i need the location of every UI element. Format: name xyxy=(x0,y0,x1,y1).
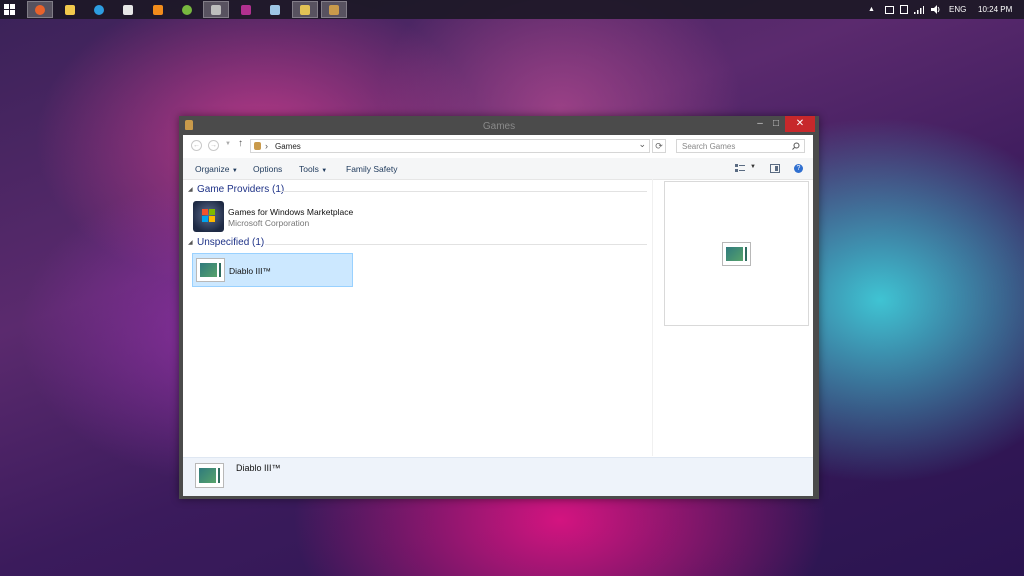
address-field[interactable]: › Games ⌄ xyxy=(250,139,650,153)
details-pane: Diablo III™ xyxy=(183,457,813,496)
search-placeholder: Search Games xyxy=(682,142,736,151)
organize-menu[interactable]: Organize ▼ xyxy=(195,164,238,174)
tray-network-icon[interactable] xyxy=(914,0,924,19)
dropdown-caret-icon: ▼ xyxy=(231,168,238,174)
family-safety-button[interactable]: Family Safety xyxy=(346,164,398,174)
monitor-icon xyxy=(885,5,894,14)
terminal-icon xyxy=(211,4,221,15)
close-button[interactable]: ✕ xyxy=(785,116,815,132)
list-item-diablo-iii[interactable]: Diablo III™ xyxy=(192,253,353,287)
preview-pane-button[interactable] xyxy=(770,164,780,173)
group-header-game-providers[interactable]: Game Providers (1) xyxy=(197,184,284,195)
photos-icon xyxy=(300,4,310,15)
group-header-unspecified[interactable]: Unspecified (1) xyxy=(197,237,264,248)
games-folder-icon xyxy=(254,142,261,150)
group-divider xyxy=(281,191,647,192)
onenote-icon xyxy=(241,4,251,15)
chevron-up-icon: ▲ xyxy=(868,6,875,13)
item-name: Diablo III™ xyxy=(229,266,272,276)
view-dropdown-button[interactable]: ▼ xyxy=(750,164,756,170)
search-games-input[interactable]: Search Games xyxy=(676,139,805,153)
preview-thumbnail-icon xyxy=(722,242,751,266)
signal-bars-icon xyxy=(914,5,924,14)
tray-overflow-button[interactable]: ▲ xyxy=(868,0,875,19)
preview-pane-icon xyxy=(775,166,778,171)
windows-logo-icon xyxy=(4,4,15,15)
details-thumbnail-icon xyxy=(195,463,224,488)
up-button[interactable]: ↑ xyxy=(238,138,243,149)
taskbar-app-button[interactable] xyxy=(86,1,112,18)
taskbar-app-button[interactable] xyxy=(203,1,229,18)
search-icon xyxy=(792,142,800,150)
group-collapse-icon[interactable]: ◢ xyxy=(188,186,193,193)
arrow-left-icon: ← xyxy=(193,142,200,149)
notepad-icon xyxy=(270,4,280,15)
taskbar-app-button[interactable] xyxy=(174,1,200,18)
title-bar[interactable]: Games – □ ✕ xyxy=(179,116,819,135)
firefox-icon xyxy=(35,4,45,15)
taskbar-app-button[interactable] xyxy=(115,1,141,18)
games-list: ◢ Game Providers (1) Games for Windows M… xyxy=(183,179,653,456)
breadcrumb-separator: › xyxy=(265,141,268,151)
taskbar-app-button[interactable] xyxy=(57,1,83,18)
vlc-icon xyxy=(153,4,163,15)
chevron-down-icon: ▼ xyxy=(225,141,231,147)
help-button[interactable]: ? xyxy=(794,164,803,173)
refresh-icon: ⟳ xyxy=(655,141,663,151)
speaker-icon xyxy=(931,5,940,14)
address-dropdown-button[interactable]: ⌄ xyxy=(638,139,646,150)
change-view-button[interactable] xyxy=(735,164,745,173)
arrow-right-icon: → xyxy=(210,142,217,149)
view-options-icon xyxy=(735,164,745,172)
item-name: Games for Windows Marketplace xyxy=(228,207,354,217)
details-title: Diablo III™ xyxy=(236,463,281,473)
taskbar-app-button[interactable] xyxy=(321,1,347,18)
tray-volume-icon[interactable] xyxy=(931,0,940,19)
games-icon xyxy=(329,4,339,15)
preview-pane xyxy=(664,181,809,326)
arrow-up-icon: ↑ xyxy=(238,138,243,149)
utorrent-icon xyxy=(182,4,192,15)
taskbar-app-button[interactable] xyxy=(262,1,288,18)
list-item-games-for-windows[interactable]: Games for Windows Marketplace Microsoft … xyxy=(193,200,493,234)
input-language[interactable]: ENG xyxy=(949,0,966,19)
address-bar: ← → ▼ ↑ › Games ⌄ ⟳ Search Games xyxy=(183,135,813,158)
back-button[interactable]: ← xyxy=(191,140,202,151)
start-button[interactable] xyxy=(4,4,15,15)
file-explorer-icon xyxy=(65,4,75,15)
window-client: ← → ▼ ↑ › Games ⌄ ⟳ Search Games Organiz… xyxy=(183,135,813,496)
taskbar-app-button[interactable] xyxy=(145,1,171,18)
refresh-button[interactable]: ⟳ xyxy=(652,139,666,153)
taskbar-app-button[interactable] xyxy=(292,1,318,18)
browser-icon xyxy=(94,4,104,15)
recent-locations-button[interactable]: ▼ xyxy=(225,141,231,147)
maximize-button[interactable]: □ xyxy=(769,116,783,132)
games-explorer-window: Games – □ ✕ ← → ▼ ↑ › Games ⌄ ⟳ Search G… xyxy=(179,116,819,499)
game-thumbnail-icon xyxy=(196,258,225,282)
dropdown-caret-icon: ▼ xyxy=(750,164,756,170)
tools-menu[interactable]: Tools ▼ xyxy=(299,164,327,174)
taskbar: ▲ ENG 10:24 PM xyxy=(0,0,1024,19)
clock[interactable]: 10:24 PM xyxy=(978,0,1012,19)
tray-battery-icon[interactable] xyxy=(900,0,908,19)
taskbar-app-button[interactable] xyxy=(233,1,259,18)
minimize-button[interactable]: – xyxy=(753,116,767,132)
breadcrumb-games[interactable]: Games xyxy=(275,142,301,151)
command-bar: Organize ▼ Options Tools ▼ Family Safety… xyxy=(183,158,813,180)
pane-separator[interactable] xyxy=(652,179,653,456)
group-collapse-icon[interactable]: ◢ xyxy=(188,239,193,246)
tray-display-icon[interactable] xyxy=(885,0,894,19)
group-divider xyxy=(265,244,647,245)
item-publisher: Microsoft Corporation xyxy=(228,218,310,228)
help-icon: ? xyxy=(796,165,801,172)
options-button[interactable]: Options xyxy=(253,164,282,174)
window-title: Games xyxy=(482,121,516,132)
alien-icon xyxy=(123,4,133,15)
forward-button[interactable]: → xyxy=(208,140,219,151)
taskbar-app-button[interactable] xyxy=(27,1,53,18)
windows-games-logo-icon xyxy=(193,201,224,232)
dropdown-caret-icon: ▼ xyxy=(321,168,328,174)
battery-icon xyxy=(900,5,908,14)
